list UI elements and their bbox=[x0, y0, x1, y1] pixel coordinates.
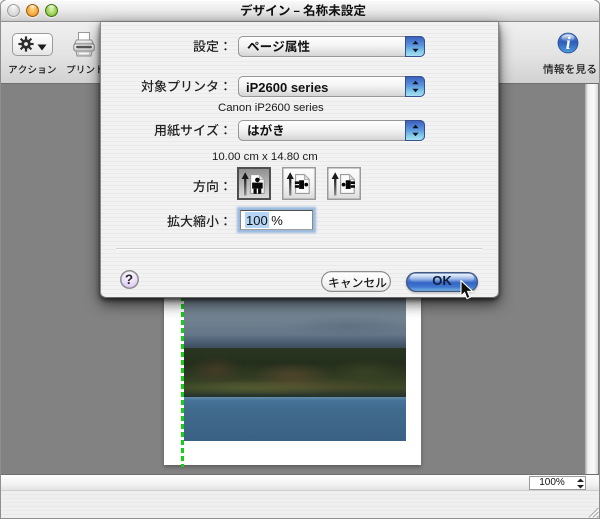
svg-text:i: i bbox=[566, 33, 571, 53]
